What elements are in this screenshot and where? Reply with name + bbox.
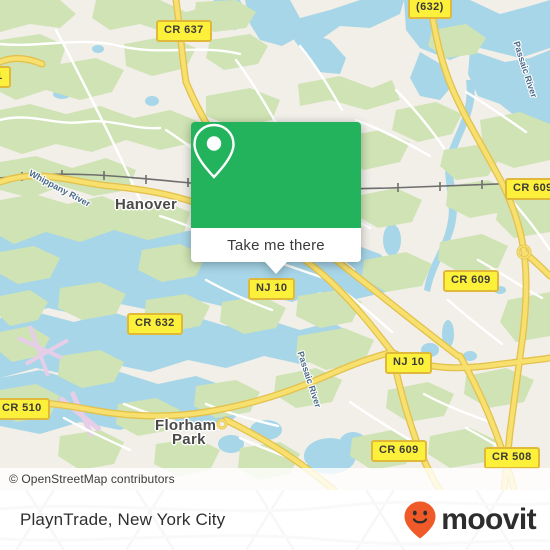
attribution-text[interactable]: © OpenStreetMap contributors — [0, 472, 175, 486]
highway-shield-1[interactable]: 1 — [0, 66, 11, 88]
popup-tail-pointer — [265, 262, 287, 274]
moovit-pin-smiley-icon — [404, 501, 436, 539]
map-pin-icon — [193, 123, 235, 179]
popup-cta-button[interactable]: Take me there — [191, 228, 361, 262]
map-attribution-bar: © OpenStreetMap contributors — [0, 468, 550, 490]
highway-shield-cr609-south[interactable]: CR 609 — [371, 440, 427, 462]
highway-shield-cr609-east[interactable]: CR 609 — [505, 178, 550, 200]
popup-header — [191, 122, 361, 228]
highway-shield-632[interactable]: (632) — [408, 0, 452, 19]
footer-title-text: PlaynTrade, New York City — [20, 510, 226, 529]
map-canvas[interactable]: Hanover Florham Park Whippany River Pass… — [0, 0, 550, 490]
footer-title: PlaynTrade, New York City — [20, 490, 225, 550]
location-popup-card[interactable]: Take me there — [191, 122, 361, 274]
footer-bar: PlaynTrade, New York City moovit — [0, 490, 550, 550]
highway-shield-nj10-west[interactable]: NJ 10 — [248, 278, 296, 300]
highway-shield-nj10-east[interactable]: NJ 10 — [385, 352, 433, 374]
highway-shield-cr508[interactable]: CR 508 — [484, 447, 540, 469]
highway-shield-cr637[interactable]: CR 637 — [156, 20, 212, 42]
moovit-wordmark: moovit — [441, 503, 536, 536]
moovit-brand[interactable]: moovit — [403, 490, 537, 550]
highway-shield-cr609-mid[interactable]: CR 609 — [443, 270, 499, 292]
map-screenshot: Hanover Florham Park Whippany River Pass… — [0, 0, 550, 550]
highway-shield-cr510[interactable]: CR 510 — [0, 398, 50, 420]
popup-cta-label: Take me there — [227, 236, 325, 254]
highway-shield-cr632[interactable]: CR 632 — [127, 313, 183, 335]
